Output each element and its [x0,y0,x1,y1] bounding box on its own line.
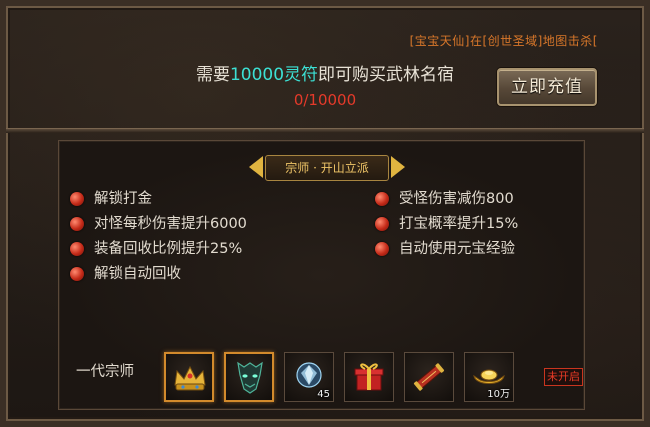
reward-slot-gift[interactable] [344,352,394,402]
rank-title: 宗师 · 开山立派 [265,155,389,181]
arrow-left-icon [249,156,263,178]
crown-icon [174,365,206,391]
gift-box-icon [354,363,384,391]
red-orb-icon [375,242,389,256]
red-orb-icon [70,242,84,256]
reward-slot-mask[interactable] [224,352,274,402]
reward-slot-crown[interactable] [164,352,214,402]
reward-slot-scroll[interactable] [404,352,454,402]
reward-title: 一代宗师 [76,364,134,380]
requirement-prefix: 需要 [195,65,230,85]
reward-slot-ingot[interactable]: 10万 [464,352,514,402]
red-orb-icon [70,217,84,231]
rank-title-banner: 宗师 · 开山立派 [249,153,405,181]
red-orb-icon [375,217,389,231]
section-divider [6,128,644,133]
broadcast-ticker: [宝宝天仙]在[创世圣域]地图击杀[ [409,34,598,48]
red-orb-icon [70,192,84,206]
demon-mask-icon [237,361,263,394]
item-count: 45 [317,389,330,400]
status-badge: 未开启 [544,368,583,386]
red-orb-icon [70,267,84,281]
scroll-icon [413,363,445,391]
requirement-suffix: 即可购买武林名宿 [318,65,455,85]
requirement-amount: 10000灵符 [229,65,319,85]
reward-slot-diamond[interactable]: 45 [284,352,334,402]
red-orb-icon [375,192,389,206]
item-count: 10万 [487,389,510,400]
recharge-button[interactable]: 立即充值 [497,68,597,106]
arrow-right-icon [391,156,405,178]
